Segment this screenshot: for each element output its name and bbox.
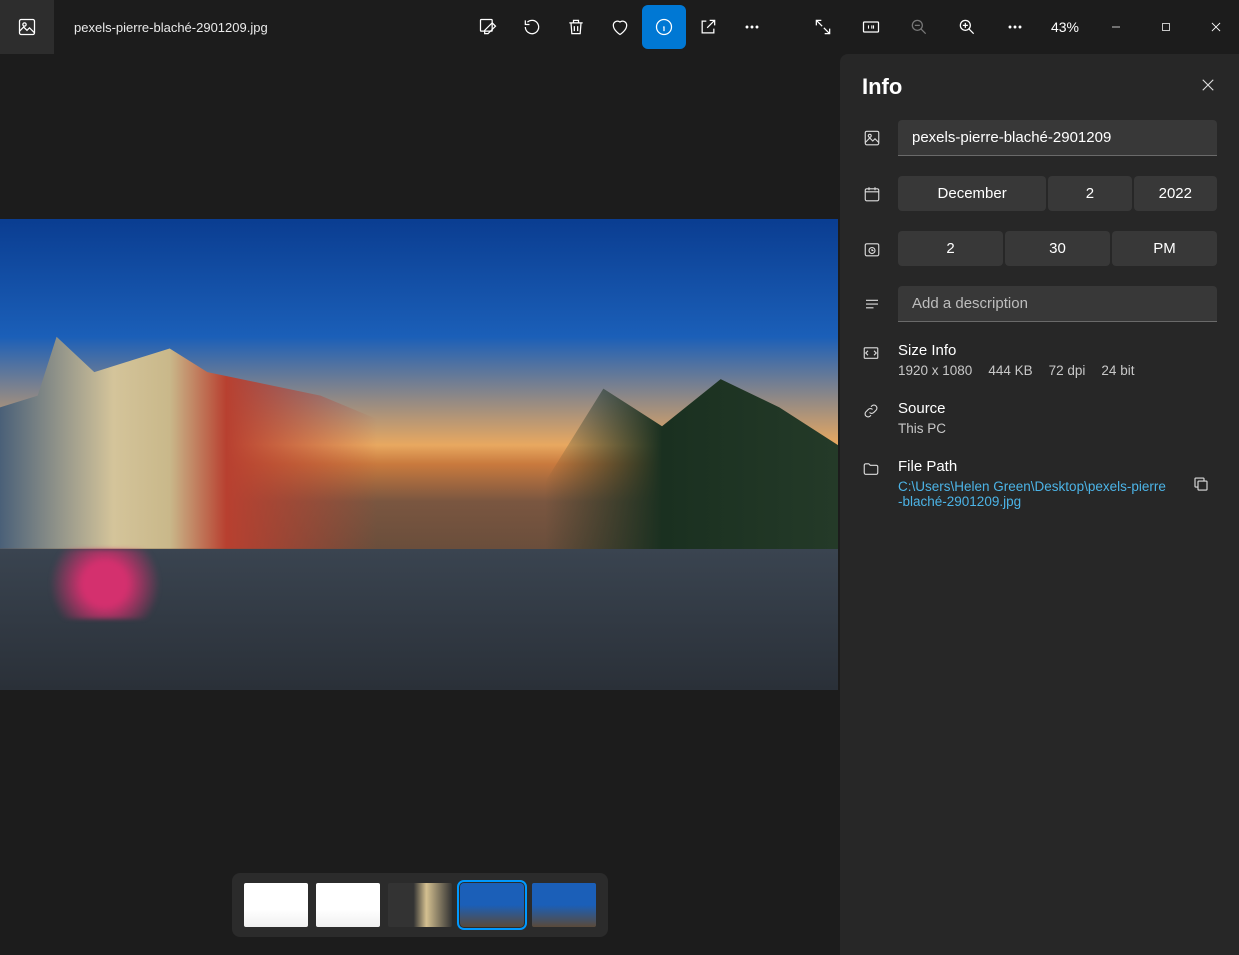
image-viewer[interactable]: [0, 54, 840, 855]
edit-button[interactable]: [466, 5, 510, 49]
dpi: 72 dpi: [1049, 363, 1086, 378]
date-day[interactable]: 2: [1048, 176, 1131, 211]
filename-input[interactable]: [898, 120, 1217, 156]
more-button[interactable]: [730, 5, 774, 49]
thumbnail[interactable]: [532, 883, 596, 927]
time-minute[interactable]: 30: [1005, 231, 1110, 266]
thumbnail[interactable]: [316, 883, 380, 927]
date-month[interactable]: December: [898, 176, 1046, 211]
zoom-out-button[interactable]: [897, 5, 941, 49]
app-icon[interactable]: [0, 0, 54, 54]
filmstrip: [0, 855, 840, 955]
clock-icon: [862, 240, 882, 258]
calendar-icon: [862, 185, 882, 203]
maximize-button[interactable]: [1143, 11, 1189, 43]
info-button[interactable]: [642, 5, 686, 49]
share-button[interactable]: [686, 5, 730, 49]
source-label: Source: [898, 400, 1217, 417]
description-input[interactable]: [898, 286, 1217, 322]
close-button[interactable]: [1193, 11, 1239, 43]
filmstrip-inner: [232, 873, 608, 937]
size-icon: [862, 342, 882, 378]
time-ampm[interactable]: PM: [1112, 231, 1217, 266]
size-info-label: Size Info: [898, 342, 1217, 359]
favorite-button[interactable]: [598, 5, 642, 49]
toolbar-right: 43%: [801, 5, 1239, 49]
titlebar: pexels-pierre-blaché-2901209.jpg 43%: [0, 0, 1239, 54]
time-hour[interactable]: 2: [898, 231, 1003, 266]
link-icon: [862, 400, 882, 436]
close-info-button[interactable]: [1199, 76, 1217, 99]
file-path-label: File Path: [898, 458, 1169, 475]
actual-size-button[interactable]: [849, 5, 893, 49]
image-icon: [862, 129, 882, 147]
date-year[interactable]: 2022: [1134, 176, 1217, 211]
fullscreen-button[interactable]: [801, 5, 845, 49]
rotate-button[interactable]: [510, 5, 554, 49]
file-path-link[interactable]: C:\Users\Helen Green\Desktop\pexels-pier…: [898, 479, 1169, 509]
minimize-button[interactable]: [1093, 11, 1139, 43]
file-size: 444 KB: [988, 363, 1032, 378]
zoom-in-button[interactable]: [945, 5, 989, 49]
zoom-more-button[interactable]: [993, 5, 1037, 49]
filename-label: pexels-pierre-blaché-2901209.jpg: [74, 20, 268, 35]
content-area: Info December 2 2022 2 30: [0, 54, 1239, 955]
source-value: This PC: [898, 421, 946, 436]
thumbnail[interactable]: [244, 883, 308, 927]
info-panel: Info December 2 2022 2 30: [840, 54, 1239, 955]
copy-path-button[interactable]: [1185, 468, 1217, 500]
bit-depth: 24 bit: [1101, 363, 1134, 378]
thumbnail[interactable]: [388, 883, 452, 927]
thumbnail-selected[interactable]: [460, 883, 524, 927]
info-panel-title: Info: [862, 74, 902, 100]
delete-button[interactable]: [554, 5, 598, 49]
description-icon: [862, 295, 882, 313]
dimensions: 1920 x 1080: [898, 363, 972, 378]
toolbar-center: [466, 5, 774, 49]
folder-icon: [862, 458, 882, 483]
main-image: [0, 219, 838, 690]
zoom-percent: 43%: [1051, 19, 1079, 35]
image-area: [0, 54, 840, 955]
